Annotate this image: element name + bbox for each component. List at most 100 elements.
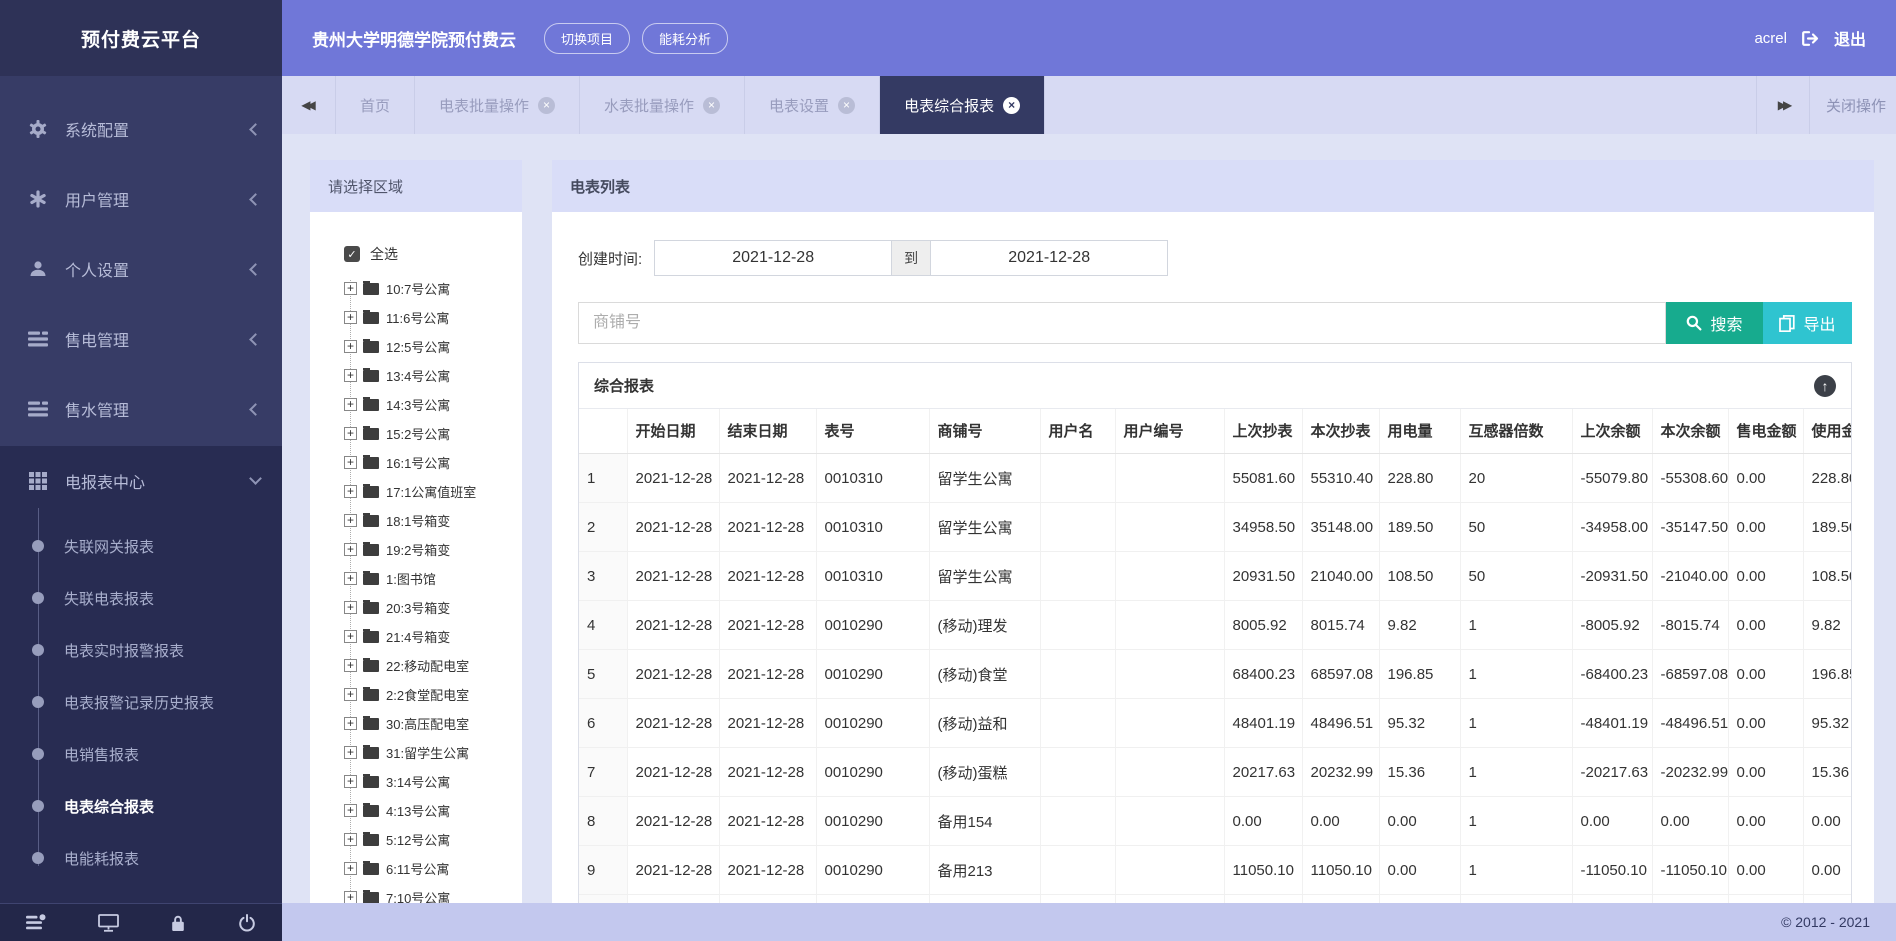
tabs-scroll-left-icon[interactable]: ◀◀ [282,76,336,134]
lock-icon[interactable] [170,914,186,932]
tree-node-20[interactable]: +6:11号公寓 [344,854,516,883]
expand-plus-icon[interactable]: + [344,398,357,411]
sidebar-item-3[interactable]: 售电管理 [0,304,282,374]
sidebar-item-5[interactable]: 电报表中心 [0,446,282,516]
expand-plus-icon[interactable]: + [344,630,357,643]
expand-plus-icon[interactable]: + [344,282,357,295]
tab-4[interactable]: 电表综合报表× [880,76,1045,134]
table-cell: 11050.10 [1224,845,1302,894]
power-icon[interactable] [238,914,256,932]
expand-plus-icon[interactable]: + [344,775,357,788]
logout-icon[interactable] [1801,30,1820,47]
tree-node-19[interactable]: +5:12号公寓 [344,825,516,854]
row-number: 4 [579,600,627,649]
tree-node-4[interactable]: +14:3号公寓 [344,390,516,419]
expand-plus-icon[interactable]: + [344,688,357,701]
sidebar-subitem-1[interactable]: 失联电表报表 [0,572,282,624]
tree-node-9[interactable]: +19:2号箱变 [344,535,516,564]
tabs-scroll-right-icon[interactable]: ▶▶ [1756,76,1810,134]
monitor-icon[interactable] [98,914,119,932]
expand-plus-icon[interactable]: + [344,456,357,469]
tree-node-12[interactable]: +21:4号箱变 [344,622,516,651]
tab-close-icon[interactable]: × [538,97,555,114]
expand-plus-icon[interactable]: + [344,485,357,498]
tree-node-2[interactable]: +12:5号公寓 [344,332,516,361]
expand-plus-icon[interactable]: + [344,311,357,324]
tab-close-icon[interactable]: × [1003,97,1020,114]
export-button[interactable]: 导出 [1763,302,1852,344]
sidebar-item-4[interactable]: 售水管理 [0,374,282,444]
tree-node-11[interactable]: +20:3号箱变 [344,593,516,622]
expand-plus-icon[interactable]: + [344,862,357,875]
tab-3[interactable]: 电表设置× [745,76,880,134]
tree-node-13[interactable]: +22:移动配电室 [344,651,516,680]
tree-node-label: 1:图书馆 [386,569,436,588]
tree-node-17[interactable]: +3:14号公寓 [344,767,516,796]
tab-2[interactable]: 水表批量操作× [580,76,745,134]
expand-plus-icon[interactable]: + [344,369,357,382]
expand-plus-icon[interactable]: + [344,514,357,527]
menu-lines-icon[interactable] [26,914,46,931]
tree-node-5[interactable]: +15:2号公寓 [344,419,516,448]
tree-node-14[interactable]: +2:2食堂配电室 [344,680,516,709]
tree-node-label: 5:12号公寓 [386,830,450,849]
sidebar-subitem-2[interactable]: 电表实时报警报表 [0,624,282,676]
switch-project-button[interactable]: 切换项目 [544,23,630,54]
sidebar-subitem-0[interactable]: 失联网关报表 [0,520,282,572]
expand-plus-icon[interactable]: + [344,833,357,846]
expand-plus-icon[interactable]: + [344,804,357,817]
close-operations-menu[interactable]: 关闭操作 [1810,76,1896,134]
expand-plus-icon[interactable]: + [344,891,357,903]
tree-node-0[interactable]: +10:7号公寓 [344,274,516,303]
sidebar-item-2[interactable]: 个人设置 [0,234,282,304]
tree-node-18[interactable]: +4:13号公寓 [344,796,516,825]
search-button[interactable]: 搜索 [1666,302,1763,344]
tree-node-3[interactable]: +13:4号公寓 [344,361,516,390]
sidebar-subitem-4[interactable]: 电销售报表 [0,728,282,780]
expand-plus-icon[interactable]: + [344,717,357,730]
tree-node-1[interactable]: +11:6号公寓 [344,303,516,332]
logout-button[interactable]: 退出 [1834,26,1866,50]
tab-close-icon[interactable]: × [838,97,855,114]
expand-plus-icon[interactable]: + [344,659,357,672]
start-date-input[interactable] [654,240,892,276]
select-all-checkbox[interactable]: ✓ 全选 [344,242,516,266]
expand-plus-icon[interactable]: + [344,340,357,353]
tab-1[interactable]: 电表批量操作 × [415,76,580,134]
tree-node-16[interactable]: +31:留学生公寓 [344,738,516,767]
shop-number-input[interactable] [578,302,1666,344]
tab-0[interactable]: 首页 [336,76,415,134]
tab-close-icon[interactable]: × [703,97,720,114]
tree-node-label: 16:1号公寓 [386,453,450,472]
expand-plus-icon[interactable]: + [344,601,357,614]
tree-node-label: 19:2号箱变 [386,540,450,559]
expand-plus-icon[interactable]: + [344,572,357,585]
sidebar-item-1[interactable]: 用户管理 [0,164,282,234]
tree-node-10[interactable]: +1:图书馆 [344,564,516,593]
sidebar-subitem-3[interactable]: 电表报警记录历史报表 [0,676,282,728]
sidebar-subitem-5[interactable]: 电表综合报表 [0,780,282,832]
report-title: 综合报表 [594,375,654,396]
expand-plus-icon[interactable]: + [344,746,357,759]
tree-node-15[interactable]: +30:高压配电室 [344,709,516,738]
table-cell: 5.84 [1379,894,1460,903]
collapse-up-icon[interactable]: ↑ [1814,375,1836,397]
sidebar-subitem-6[interactable]: 电能耗报表 [0,832,282,884]
copyright: © 2012 - 2021 [1781,914,1870,930]
table-cell: -68400.23 [1572,649,1652,698]
table-cell: 0.00 [1728,894,1803,903]
folder-icon [363,631,379,643]
table-cell: -48401.19 [1572,698,1652,747]
end-date-input[interactable] [930,240,1168,276]
expand-plus-icon[interactable]: + [344,543,357,556]
tree-node-8[interactable]: +18:1号箱变 [344,506,516,535]
tab-label: 电表批量操作 [439,95,529,116]
expand-plus-icon[interactable]: + [344,427,357,440]
table-cell: -20232.99 [1652,747,1728,796]
folder-icon [363,573,379,585]
sidebar-item-0[interactable]: 系统配置 [0,94,282,164]
tree-node-7[interactable]: +17:1公寓值班室 [344,477,516,506]
tree-node-6[interactable]: +16:1号公寓 [344,448,516,477]
energy-analysis-button[interactable]: 能耗分析 [642,23,728,54]
tree-node-21[interactable]: +7:10号公寓 [344,883,516,903]
